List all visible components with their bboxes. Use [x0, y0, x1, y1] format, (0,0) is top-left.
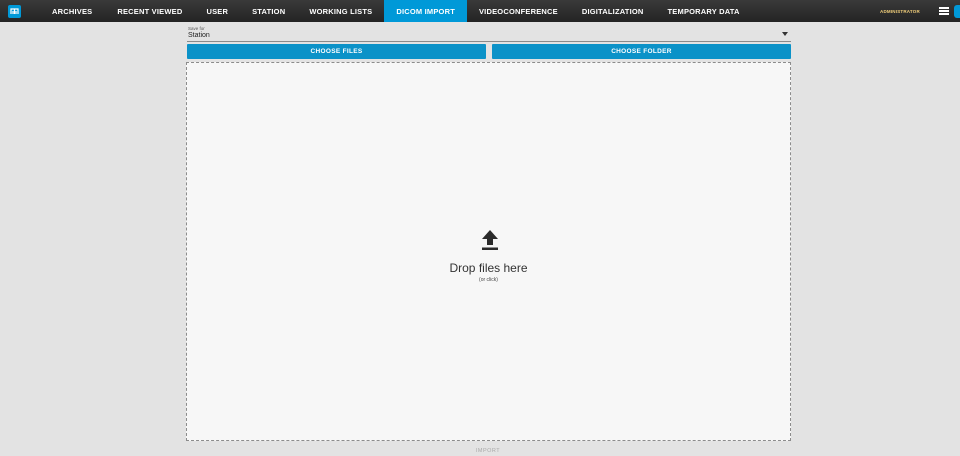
dropdown-arrow-icon[interactable] — [782, 32, 788, 36]
file-dropzone[interactable]: Drop files here (or click) — [186, 62, 791, 441]
app-logo-icon[interactable] — [8, 5, 21, 18]
tab-working-lists[interactable]: WORKING LISTS — [297, 0, 384, 22]
user-name[interactable]: ADMINISTRATOR — [880, 0, 920, 22]
dropzone-title: Drop files here — [449, 261, 528, 275]
choose-folder-button[interactable]: CHOOSE FOLDER — [492, 44, 791, 59]
save-for-select[interactable]: Save for Station — [187, 25, 791, 42]
save-for-value: Station — [188, 32, 210, 39]
tab-dicom-import[interactable]: DICOM IMPORT — [384, 0, 467, 22]
tab-recent-viewed[interactable]: RECENT VIEWED — [105, 0, 194, 22]
dropzone-subtitle: (or click) — [479, 277, 498, 283]
tab-station[interactable]: STATION — [240, 0, 297, 22]
main-tabs: ARCHIVES RECENT VIEWED USER STATION WORK… — [39, 0, 752, 22]
tab-archives[interactable]: ARCHIVES — [39, 0, 105, 22]
tab-videoconference[interactable]: VIDEOCONFERENCE — [467, 0, 570, 22]
tab-temporary-data[interactable]: TEMPORARY DATA — [656, 0, 752, 22]
save-for-label: Save for — [188, 26, 205, 31]
import-button[interactable]: IMPORT — [468, 446, 508, 456]
hamburger-menu-icon[interactable] — [939, 7, 949, 15]
tab-user[interactable]: USER — [194, 0, 240, 22]
top-navigation-bar: ARCHIVES RECENT VIEWED USER STATION WORK… — [0, 0, 960, 22]
side-panel-toggle[interactable] — [954, 5, 960, 18]
choose-files-button[interactable]: CHOOSE FILES — [187, 44, 486, 59]
upload-icon — [482, 230, 498, 250]
tab-digitalization[interactable]: DIGITALIZATION — [570, 0, 656, 22]
